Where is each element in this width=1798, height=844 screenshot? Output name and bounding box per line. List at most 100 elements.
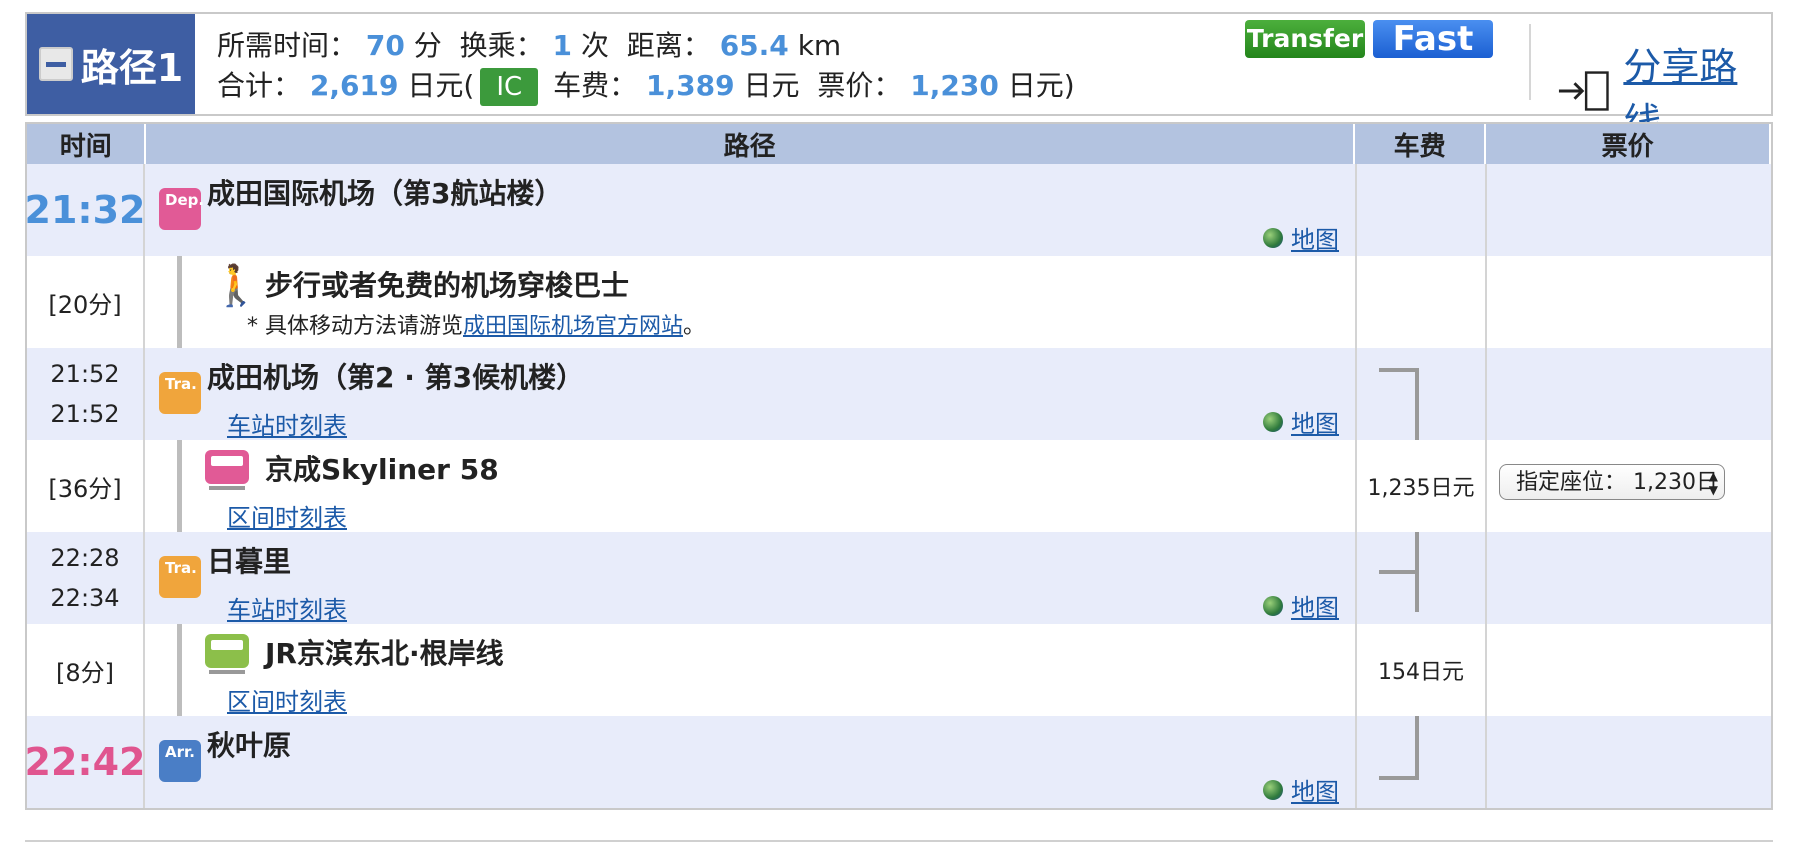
globe-icon — [1263, 779, 1283, 800]
departure-time: 22:34 — [50, 584, 120, 612]
segment-duration: [36分] — [48, 474, 122, 503]
segment-name: JR京滨东北·根岸线 — [265, 637, 504, 670]
station-row: 21:52 21:52 Tra. 成田机场（第2 · 第3候机楼） 车站时刻表 地… — [27, 348, 1771, 440]
route-line — [177, 256, 182, 348]
col-fare: 车费 — [1355, 124, 1487, 164]
total-unit: 日元( — [407, 69, 475, 102]
airport-site-link[interactable]: 成田国际机场官方网站 — [463, 314, 683, 339]
fare-value: 154日元 — [1378, 660, 1464, 685]
fare-bracket — [1379, 368, 1419, 372]
total-label: 合计： — [217, 69, 302, 102]
ic-badge: IC — [480, 68, 539, 106]
ticket-value: 1,230 — [910, 69, 999, 102]
segment-note: * 具体移动方法请游览成田国际机场官方网站。 — [247, 308, 705, 340]
station-row: 22:42 Arr. 秋叶原 地图 — [24, 716, 1771, 808]
arrival-time: 22:42 — [24, 740, 146, 784]
departure-time: 21:52 — [50, 400, 120, 428]
fare-unit: 日元 — [743, 69, 800, 102]
fare-bracket — [1379, 570, 1419, 574]
select-arrows-icon: ▲ ▼ — [1708, 469, 1718, 497]
globe-icon — [1263, 411, 1283, 432]
col-route: 路径 — [146, 124, 1355, 164]
share-icon — [1558, 71, 1609, 111]
col-time: 时间 — [27, 124, 147, 164]
ticket-label: 票价： — [817, 69, 902, 102]
time-unit: 分 — [413, 29, 442, 62]
fast-tag: Fast — [1373, 20, 1493, 58]
fare-bracket — [1379, 776, 1419, 780]
route-line — [177, 440, 182, 532]
map-link[interactable]: 地图 — [1263, 772, 1339, 807]
route-label: 路径1 — [80, 45, 184, 90]
segment-row: [20分] 🚶 步行或者免费的机场穿梭巴士 * 具体移动方法请游览成田国际机场官… — [27, 256, 1771, 348]
station-name: 成田机场（第2 · 第3候机楼） — [207, 361, 585, 394]
total-value: 2,619 — [309, 69, 399, 102]
departure-icon: Dep. — [159, 188, 204, 230]
table-header: 时间 路径 车费 票价 — [27, 124, 1771, 164]
map-link[interactable]: 地图 — [1263, 220, 1339, 255]
note-text: * 具体移动方法请游览 — [247, 314, 463, 339]
departure-time: 21:32 — [24, 188, 146, 232]
transfer-value: 1 — [552, 29, 573, 62]
summary-line-2: 合计： 2,619 日元(IC 车费： 1,389 日元 票价： 1,230 日… — [217, 64, 1075, 106]
time-label: 所需时间： — [217, 29, 358, 62]
transfer-tag: Transfer — [1245, 20, 1365, 58]
fare-bracket — [1415, 368, 1419, 440]
station-row: 22:28 22:34 Tra. 日暮里 车站时刻表 地图 — [27, 532, 1771, 624]
route-line — [177, 624, 182, 716]
divider — [1529, 24, 1531, 100]
station-timetable-link[interactable]: 车站时刻表 — [227, 406, 347, 441]
station-row: 21:32 Dep. 成田国际机场（第3航站楼） 地图 — [24, 164, 1771, 256]
route-summary: 路径1 所需时间： 70 分 换乘： 1 次 距离： 65.4 km 合计： 2… — [25, 12, 1773, 144]
segment-duration: [20分] — [48, 290, 122, 319]
train-icon — [205, 450, 249, 490]
map-link-text[interactable]: 地图 — [1291, 404, 1339, 439]
station-timetable-link[interactable]: 车站时刻表 — [227, 590, 347, 625]
fare-bracket — [1415, 716, 1419, 780]
distance-label: 距离： — [626, 29, 711, 62]
seat-type-select[interactable]: 指定座位： 1,230日 ▲ ▼ — [1499, 464, 1725, 500]
transfer-label: 换乘： — [459, 29, 544, 62]
seat-select-value: 指定座位： 1,230日 — [1516, 470, 1718, 495]
route-table: 时间 路径 车费 票价 21:32 Dep. 成田国际机场（第3航站楼） 地图 … — [25, 122, 1773, 810]
fare-value: 1,235日元 — [1367, 476, 1475, 501]
station-name: 秋叶原 — [207, 729, 292, 762]
segment-row: [8分] JR京滨东北·根岸线 区间时刻表 154日元 — [27, 624, 1771, 716]
route-panel: 路径1 所需时间： 70 分 换乘： 1 次 距离： 65.4 km 合计： 2… — [25, 12, 1773, 810]
note-suffix: 。 — [683, 314, 706, 339]
fare-label: 车费： — [553, 69, 638, 102]
map-link-text[interactable]: 地图 — [1291, 588, 1339, 623]
map-link-text[interactable]: 地图 — [1291, 220, 1339, 255]
transfer-icon: Tra. — [159, 372, 201, 414]
distance-unit: km — [797, 29, 842, 62]
station-name: 日暮里 — [207, 545, 292, 578]
segment-row: [36分] 京成Skyliner 58 区间时刻表 1,235日元 指定座位： … — [27, 440, 1771, 532]
train-icon — [205, 634, 249, 674]
distance-value: 65.4 — [719, 29, 789, 62]
col-ticket: 票价 — [1486, 124, 1771, 164]
walk-icon: 🚶 — [211, 263, 261, 309]
collapse-icon[interactable] — [38, 47, 73, 81]
map-link[interactable]: 地图 — [1263, 588, 1339, 623]
transfer-icon: Tra. — [159, 556, 201, 598]
arrival-time: 21:52 — [50, 360, 120, 388]
transfer-unit: 次 — [580, 29, 609, 62]
globe-icon — [1263, 595, 1283, 616]
bottom-divider — [25, 840, 1773, 842]
map-link-text[interactable]: 地图 — [1291, 772, 1339, 807]
route-toggle[interactable]: 路径1 — [27, 14, 195, 114]
globe-icon — [1263, 227, 1283, 248]
segment-duration: [8分] — [56, 658, 114, 687]
station-name: 成田国际机场（第3航站楼） — [207, 177, 563, 210]
ticket-unit: 日元) — [1007, 69, 1075, 102]
summary-line-1: 所需时间： 70 分 换乘： 1 次 距离： 65.4 km — [217, 24, 841, 64]
section-timetable-link[interactable]: 区间时刻表 — [227, 682, 347, 717]
map-link[interactable]: 地图 — [1263, 404, 1339, 439]
segment-name: 步行或者免费的机场穿梭巴士 — [265, 269, 630, 302]
segment-name: 京成Skyliner 58 — [265, 453, 499, 486]
arrival-icon: Arr. — [159, 740, 201, 782]
fare-value: 1,389 — [646, 69, 735, 102]
time-value: 70 — [365, 29, 405, 62]
section-timetable-link[interactable]: 区间时刻表 — [227, 498, 347, 533]
arrival-time: 22:28 — [50, 544, 120, 572]
